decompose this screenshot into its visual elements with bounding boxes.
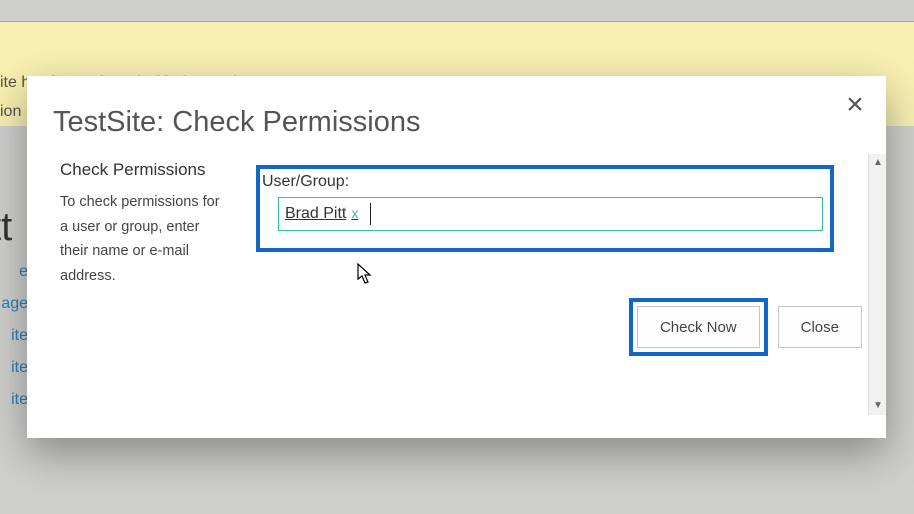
bg-link[interactable]: ite [0, 391, 28, 409]
check-now-button[interactable]: Check Now [637, 306, 760, 348]
scroll-down-arrow-icon[interactable]: ▼ [869, 397, 887, 415]
text-caret [370, 203, 371, 225]
banner-text-suffix: ion [0, 103, 21, 120]
scrollbar-track[interactable] [869, 172, 886, 397]
close-icon[interactable]: × [840, 90, 870, 120]
bg-link[interactable]: age [0, 295, 28, 313]
background-side-links: e age ite ite ite [0, 263, 28, 409]
page-heading-fragment: tt [0, 205, 12, 250]
dialog-left-column: Check Permissions To check permissions f… [60, 160, 230, 289]
dialog-scrollbar[interactable]: ▲ ▼ [868, 154, 886, 415]
scroll-up-arrow-icon[interactable]: ▲ [869, 154, 887, 172]
close-button[interactable]: Close [778, 306, 862, 348]
user-group-field-area: User/Group: Brad Pitt x [262, 173, 828, 231]
people-picker-token[interactable]: Brad Pitt x [285, 205, 358, 223]
token-name: Brad Pitt [285, 205, 346, 223]
dialog-button-row: Check Now Close [629, 298, 862, 356]
section-heading: Check Permissions [60, 160, 230, 180]
bg-link[interactable]: e [0, 263, 28, 281]
bg-link[interactable]: ite [0, 327, 28, 345]
token-remove-icon[interactable]: x [351, 205, 358, 221]
check-permissions-dialog: TestSite: Check Permissions × Check Perm… [27, 76, 886, 438]
bg-link[interactable]: ite [0, 359, 28, 377]
dialog-title: TestSite: Check Permissions [53, 106, 420, 139]
user-group-input[interactable]: Brad Pitt x [278, 197, 823, 231]
section-description: To check permissions for a user or group… [60, 190, 230, 289]
tutorial-highlight-button: Check Now [629, 298, 768, 356]
user-group-label: User/Group: [262, 173, 828, 191]
